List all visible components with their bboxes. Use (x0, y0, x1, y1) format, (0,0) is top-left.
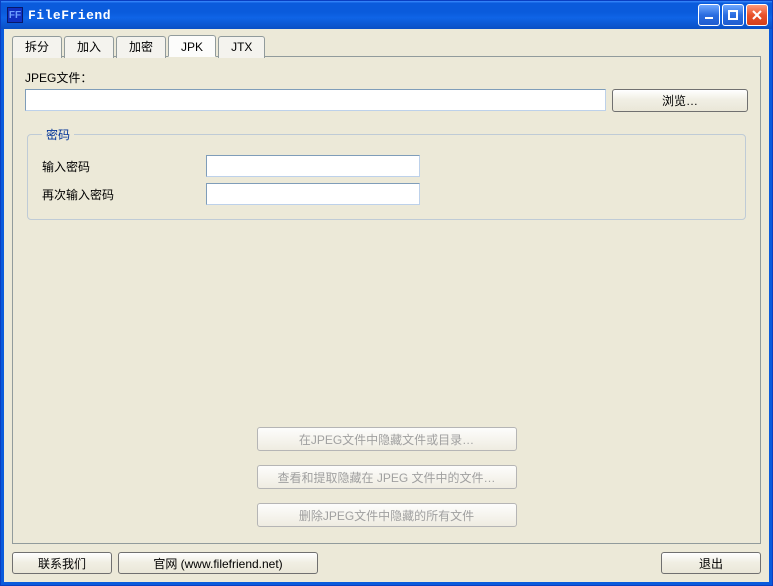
browse-button[interactable]: 浏览… (612, 89, 748, 112)
titlebar[interactable]: FF FileFriend (1, 1, 772, 29)
tab-jpk[interactable]: JPK (168, 35, 216, 57)
tab-join[interactable]: 加入 (64, 36, 114, 58)
tab-encrypt[interactable]: 加密 (116, 36, 166, 58)
password-input[interactable] (206, 155, 420, 177)
minimize-button[interactable] (698, 4, 720, 26)
confirm-password-label: 再次输入密码 (42, 186, 206, 203)
jpeg-file-input[interactable] (25, 89, 606, 111)
password-label: 输入密码 (42, 158, 206, 175)
client-area: 拆分 加入 加密 JPK JTX JPEG文件： 浏览… 密码 输入密码 再次输… (1, 29, 772, 585)
maximize-button[interactable] (722, 4, 744, 26)
close-button[interactable] (746, 4, 768, 26)
hide-in-jpeg-button[interactable]: 在JPEG文件中隐藏文件或目录… (257, 427, 517, 451)
exit-button[interactable]: 退出 (661, 552, 761, 574)
window-title: FileFriend (28, 8, 111, 23)
tab-panel-jpk: JPEG文件： 浏览… 密码 输入密码 再次输入密码 在JPEG文件中隐藏文件或… (12, 56, 761, 544)
jpeg-file-label: JPEG文件： (25, 69, 748, 86)
tab-split[interactable]: 拆分 (12, 36, 62, 58)
website-button[interactable]: 官网 (www.filefriend.net) (118, 552, 318, 574)
close-icon (751, 9, 763, 21)
minimize-icon (703, 9, 715, 21)
contact-button[interactable]: 联系我们 (12, 552, 112, 574)
extract-from-jpeg-button[interactable]: 查看和提取隐藏在 JPEG 文件中的文件… (257, 465, 517, 489)
confirm-password-input[interactable] (206, 183, 420, 205)
footer: 联系我们 官网 (www.filefriend.net) 退出 (12, 552, 761, 574)
maximize-icon (727, 9, 739, 21)
password-group: 密码 输入密码 再次输入密码 (27, 126, 746, 220)
delete-hidden-button[interactable]: 删除JPEG文件中隐藏的所有文件 (257, 503, 517, 527)
app-icon: FF (7, 7, 23, 23)
tab-jtx[interactable]: JTX (218, 36, 265, 58)
password-group-title: 密码 (42, 126, 74, 143)
app-window: FF FileFriend 拆分 加入 加密 JPK JTX JPEG文件： (0, 0, 773, 586)
tabs: 拆分 加入 加密 JPK JTX (12, 35, 761, 57)
actions: 在JPEG文件中隐藏文件或目录… 查看和提取隐藏在 JPEG 文件中的文件… 删… (25, 427, 748, 527)
